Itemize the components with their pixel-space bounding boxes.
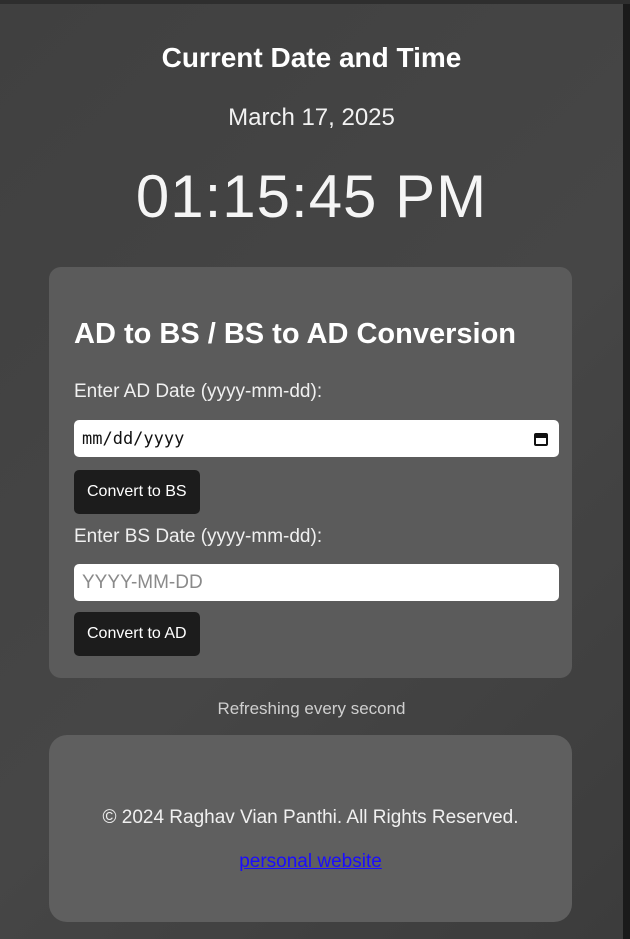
calendar-icon[interactable]	[533, 430, 551, 448]
window-right-edge	[623, 4, 630, 939]
bs-date-input[interactable]: YYYY-MM-DD	[74, 564, 559, 601]
bs-date-input-placeholder: YYYY-MM-DD	[82, 571, 203, 593]
current-date: March 17, 2025	[228, 104, 395, 131]
personal-website-link-wrapper: personal website	[49, 851, 572, 873]
personal-website-link[interactable]: personal website	[239, 851, 382, 872]
ad-date-input-value: mm/dd/yyyy	[82, 428, 185, 449]
bs-date-label: Enter BS Date (yyyy-mm-dd):	[74, 526, 323, 547]
page: Current Date and Time March 17, 2025 01:…	[0, 4, 623, 939]
convert-to-bs-button[interactable]: Convert to BS	[74, 470, 200, 514]
convert-to-ad-button[interactable]: Convert to AD	[74, 612, 200, 656]
footer: © 2024 Raghav Vian Panthi. All Rights Re…	[49, 735, 572, 922]
ad-date-input[interactable]: mm/dd/yyyy	[74, 420, 559, 457]
conversion-title: AD to BS / BS to AD Conversion	[74, 318, 516, 350]
page-title: Current Date and Time	[161, 42, 462, 73]
copyright-text: © 2024 Raghav Vian Panthi. All Rights Re…	[102, 807, 519, 828]
current-time: 01:15:45 PM	[135, 163, 488, 230]
ad-date-label: Enter AD Date (yyyy-mm-dd):	[74, 381, 323, 402]
refresh-status: Refreshing every second	[217, 699, 406, 718]
conversion-card: AD to BS / BS to AD Conversion Enter AD …	[49, 267, 572, 678]
